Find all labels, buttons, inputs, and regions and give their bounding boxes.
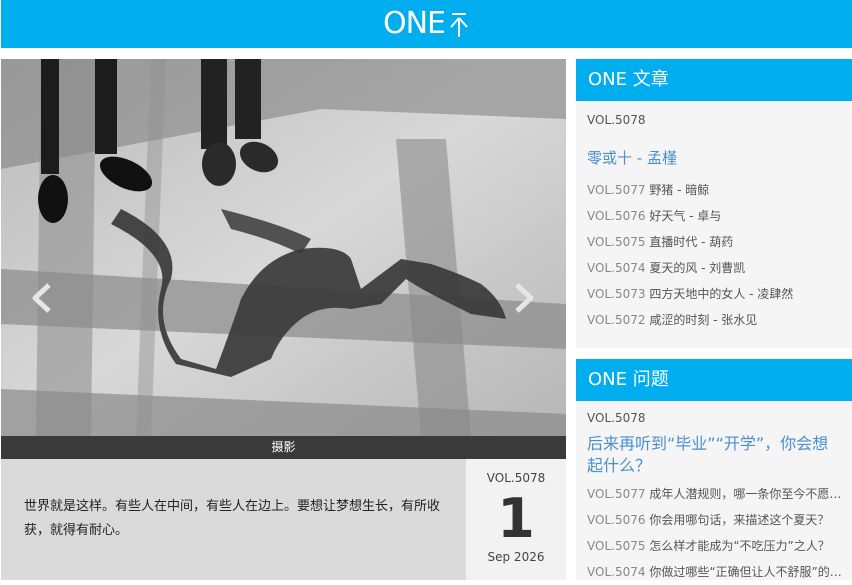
articles-vol: VOL.5078 (587, 113, 646, 127)
feature-photo[interactable] (1, 59, 566, 436)
question-item[interactable]: VOL.5074 你做过哪些“正确但让人不舒服”的选择？ (576, 559, 852, 585)
date-month-year: Sep 2026 (487, 550, 545, 564)
one-logo[interactable]: ONE (383, 5, 469, 43)
article-item[interactable]: VOL.5073 四方天地中的女人 - 凌肆然 (576, 281, 852, 307)
questions-panel: ONE 问题 VOL.5078 后来再听到“毕业”“开学”，你会想起什么？ VO… (576, 359, 852, 580)
featured-question-link[interactable]: 后来再听到“毕业”“开学”，你会想起什么？ (576, 433, 852, 477)
questions-vol: VOL.5078 (587, 411, 646, 425)
date-day: 1 (497, 487, 535, 550)
articles-heading[interactable]: ONE 文章 (576, 59, 852, 101)
quote-text: 世界就是这样。有些人在中间，有些人在边上。要想让梦想生长，有所收获，就得有耐心。 (24, 499, 441, 538)
article-item[interactable]: VOL.5077 野猪 - 暗鲸 (576, 177, 852, 203)
question-item[interactable]: VOL.5075 怎么样才能成为“不吃压力”之人？ (576, 533, 852, 559)
questions-list: VOL.5077 成年人潜规则，哪一条你至今不愿接受？ VOL.5076 你会用… (576, 481, 852, 585)
question-item[interactable]: VOL.5077 成年人潜规则，哪一条你至今不愿接受？ (576, 481, 852, 507)
article-item[interactable]: VOL.5075 直播时代 - 葫药 (576, 229, 852, 255)
articles-panel: ONE 文章 VOL.5078 零或十 - 孟槿 VOL.5077 野猪 - 暗… (576, 59, 852, 348)
article-item[interactable]: VOL.5074 夏天的风 - 刘曹凯 (576, 255, 852, 281)
logo-text: ONE (383, 6, 446, 41)
photo-image (1, 59, 566, 436)
logo-mark-icon (450, 13, 468, 37)
photo-caption: 摄影 (1, 436, 566, 459)
featured-article-link[interactable]: 零或十 - 孟槿 (576, 147, 852, 169)
questions-heading[interactable]: ONE 问题 (576, 359, 852, 401)
header-bar: ONE (1, 0, 852, 48)
next-arrow-icon[interactable] (511, 281, 537, 315)
quote-block: 世界就是这样。有些人在中间，有些人在边上。要想让梦想生长，有所收获，就得有耐心。 (1, 459, 466, 580)
prev-arrow-icon[interactable] (29, 281, 55, 315)
article-item[interactable]: VOL.5076 好天气 - 卓与 (576, 203, 852, 229)
articles-list: VOL.5077 野猪 - 暗鲸 VOL.5076 好天气 - 卓与 VOL.5… (576, 177, 852, 333)
date-box: VOL.5078 1 Sep 2026 (466, 459, 566, 580)
article-item[interactable]: VOL.5072 咸涩的时刻 - 张水见 (576, 307, 852, 333)
question-item[interactable]: VOL.5076 你会用哪句话，来描述这个夏天？ (576, 507, 852, 533)
date-vol: VOL.5078 (486, 471, 546, 485)
